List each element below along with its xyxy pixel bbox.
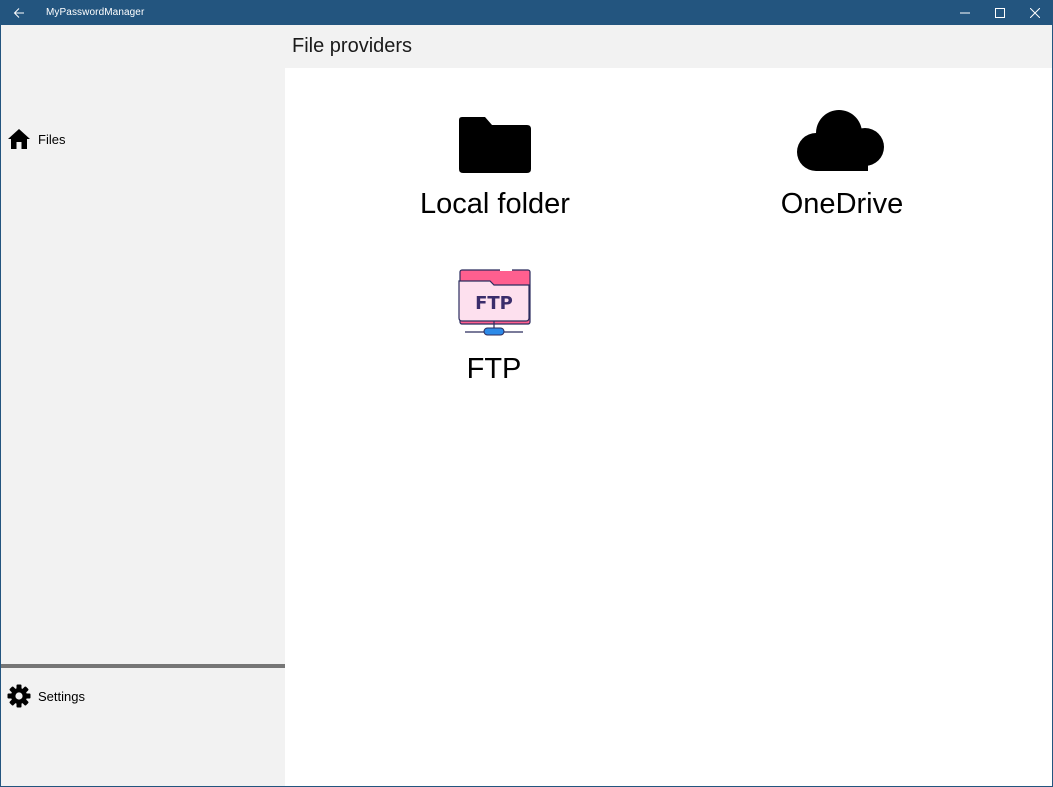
provider-label: OneDrive — [780, 188, 904, 220]
close-icon — [1029, 7, 1040, 18]
gear-icon — [7, 684, 31, 708]
cloud-icon — [797, 98, 887, 173]
nav-item-files[interactable]: Files — [1, 119, 285, 159]
page-header: File providers — [285, 25, 1052, 68]
nav-item-label: Files — [38, 131, 66, 147]
provider-onedrive[interactable]: OneDrive — [752, 98, 932, 221]
nav-divider — [1, 664, 285, 668]
provider-ftp[interactable]: FTP FTP — [404, 265, 584, 386]
provider-label: FTP — [466, 353, 522, 385]
provider-label: Local folder — [420, 188, 570, 220]
nav-item-label: Settings — [38, 688, 85, 704]
ftp-folder-icon: FTP — [449, 265, 539, 337]
app-title: MyPasswordManager — [46, 7, 145, 18]
minimize-button[interactable] — [947, 0, 982, 25]
providers-grid: Local folder OneDrive FTP FTP — [285, 68, 1052, 786]
title-bar: MyPasswordManager — [0, 0, 1053, 25]
maximize-icon — [994, 7, 1005, 18]
close-button[interactable] — [1017, 0, 1052, 25]
navigation-pane: Files Settings — [1, 25, 285, 786]
back-button[interactable] — [0, 0, 37, 25]
page-title: File providers — [292, 35, 413, 57]
back-arrow-icon — [13, 7, 24, 18]
maximize-button[interactable] — [982, 0, 1017, 25]
minimize-icon — [959, 12, 970, 13]
provider-local-folder[interactable]: Local folder — [405, 98, 585, 221]
nav-item-settings[interactable]: Settings — [1, 676, 285, 716]
home-icon — [7, 127, 31, 151]
ftp-icon-text: FTP — [475, 293, 513, 314]
folder-icon — [450, 98, 540, 173]
